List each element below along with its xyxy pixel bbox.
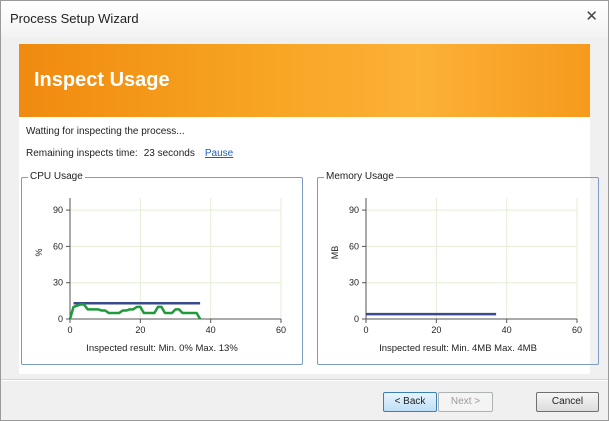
status-message: Watting for inspecting the process... xyxy=(26,126,185,137)
memory-result-text: Inspected result: Min. 4MB Max. 4MB xyxy=(379,343,537,354)
x-tick-label: 40 xyxy=(502,325,512,335)
x-tick-label: 20 xyxy=(135,325,145,335)
y-tick-label: 0 xyxy=(58,314,63,324)
window-title: Process Setup Wizard xyxy=(10,11,139,26)
cpu-usage-group: CPU Usage 0 20 40 60 0 30 60 90% Inspected resu… xyxy=(21,171,303,365)
cpu-result-text: Inspected result: Min. 0% Max. 13% xyxy=(86,343,238,354)
x-tick-label: 20 xyxy=(431,325,441,335)
memory-usage-group: Memory Usage 0 20 40 60 0 30 60 90 MB Inspected … xyxy=(317,171,599,365)
title-bar[interactable]: Process Setup Wizard ✕ xyxy=(1,1,608,37)
next-button[interactable]: Next > xyxy=(438,392,493,412)
remaining-time-label: Remaining inspects time: xyxy=(26,148,138,159)
y-tick-label: 0 xyxy=(354,314,359,324)
x-tick-label: 0 xyxy=(67,325,72,335)
pause-link[interactable]: Pause xyxy=(205,148,233,159)
series-line-usage xyxy=(68,303,202,320)
cancel-button[interactable]: Cancel xyxy=(536,392,599,412)
x-tick-label: 60 xyxy=(572,325,582,335)
x-tick-label: 60 xyxy=(276,325,286,335)
cpu-usage-legend: CPU Usage xyxy=(28,171,85,182)
y-tick-label: 60 xyxy=(349,241,359,251)
y-tick-label: 90 xyxy=(349,205,359,215)
y-tick-label: 90 xyxy=(53,205,63,215)
y-tick-label: 30 xyxy=(53,278,63,288)
y-axis-label: MB xyxy=(330,246,340,260)
content-panel: Watting for inspecting the process... Re… xyxy=(19,117,599,374)
y-axis-label: % xyxy=(34,248,44,256)
memory-usage-legend: Memory Usage xyxy=(324,171,396,182)
memory-usage-chart: 0 20 40 60 0 30 60 90 MB xyxy=(330,198,582,335)
header-banner: Inspect Usage xyxy=(19,44,590,117)
y-tick-label: 60 xyxy=(53,241,63,251)
remaining-time-row: Remaining inspects time: 23 seconds Pause xyxy=(26,148,233,159)
x-tick-label: 40 xyxy=(206,325,216,335)
page-title: Inspect Usage xyxy=(34,69,170,91)
x-tick-label: 0 xyxy=(363,325,368,335)
cpu-usage-chart: 0 20 40 60 0 30 60 90% xyxy=(34,198,286,335)
remaining-time-value: 23 seconds xyxy=(143,148,195,159)
wizard-window: Process Setup Wizard ✕ Inspect Usage Wat… xyxy=(0,0,609,421)
y-tick-label: 30 xyxy=(349,278,359,288)
footer-divider-highlight xyxy=(1,380,608,381)
close-icon[interactable]: ✕ xyxy=(585,9,598,25)
back-button[interactable]: < Back xyxy=(383,392,437,412)
